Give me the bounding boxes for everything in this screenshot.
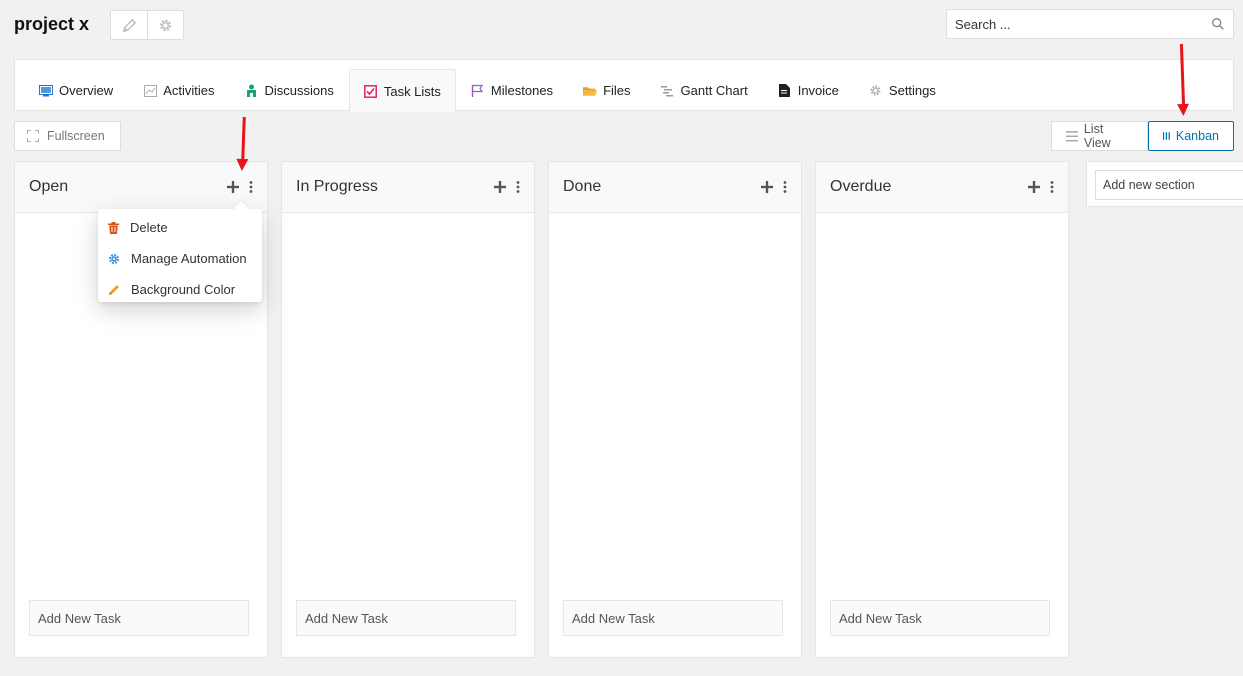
kanban-column-in-progress: In Progress Add New Task (281, 161, 535, 658)
kanban-column-done: Done Add New Task (548, 161, 802, 658)
annotation-arrow (241, 116, 246, 162)
tab-settings[interactable]: Settings (854, 69, 951, 111)
column-header: Overdue (816, 162, 1068, 213)
users-icon (244, 84, 258, 98)
tab-label: Discussions (264, 83, 334, 98)
tab-label: Files (603, 83, 631, 98)
tab-overview[interactable]: Overview (24, 69, 128, 111)
tab-invoice[interactable]: Invoice (763, 69, 854, 111)
tab-label: Milestones (490, 83, 554, 98)
list-view-button[interactable]: List View (1051, 121, 1148, 151)
pencil-icon (122, 18, 136, 32)
column-title: Done (563, 178, 602, 195)
menu-item-label: Delete (130, 220, 168, 235)
column-title: Open (29, 178, 69, 195)
list-view-label: List View (1083, 122, 1111, 150)
tab-discussions[interactable]: Discussions (229, 69, 348, 111)
menu-item-delete[interactable]: Delete (98, 212, 262, 243)
kanban-column-overdue: Overdue Add New Task (815, 161, 1069, 658)
more-options-icon[interactable] (516, 181, 520, 193)
add-new-task-button[interactable]: Add New Task (563, 600, 783, 636)
menu-item-label: Background Color (131, 282, 236, 297)
tab-label: Settings (888, 83, 936, 98)
column-title: Overdue (830, 178, 892, 195)
project-tabbar: Overview Activities Discussions Task Lis… (14, 59, 1234, 112)
add-section-panel (1086, 161, 1243, 207)
folder-icon (583, 84, 598, 98)
trash-icon (108, 221, 119, 234)
column-header: In Progress (282, 162, 534, 213)
plus-icon[interactable] (227, 181, 239, 193)
search-box (946, 9, 1234, 39)
plus-icon[interactable] (1028, 181, 1040, 193)
kanban-icon (1163, 132, 1170, 140)
tab-label: Invoice (797, 83, 839, 98)
pencil-icon (109, 284, 119, 295)
tab-label: Activities (163, 83, 215, 98)
more-options-icon[interactable] (1050, 181, 1054, 193)
fullscreen-icon (27, 130, 39, 142)
tab-label: Gantt Chart (680, 83, 748, 98)
tab-activities[interactable]: Activities (128, 69, 229, 111)
column-title: In Progress (296, 178, 378, 195)
fullscreen-label: Fullscreen (47, 129, 105, 143)
column-header: Open (15, 162, 267, 213)
add-section-input[interactable] (1095, 170, 1243, 200)
tab-label: Overview (59, 83, 114, 98)
menu-item-background-color[interactable]: Background Color (98, 274, 262, 305)
tab-milestones[interactable]: Milestones (456, 69, 568, 111)
project-title-actions (110, 10, 184, 40)
add-new-task-button[interactable]: Add New Task (296, 600, 516, 636)
tab-gantt-chart[interactable]: Gantt Chart (646, 69, 763, 111)
gear-icon (108, 253, 120, 264)
gantt-icon (661, 84, 675, 98)
search-icon[interactable] (1211, 17, 1225, 31)
monitor-icon (39, 84, 53, 98)
view-toggle: List View Kanban (1051, 121, 1234, 151)
tab-label: Task Lists (383, 83, 441, 99)
list-icon (1066, 130, 1078, 142)
gear-icon (159, 19, 172, 31)
more-options-icon[interactable] (783, 181, 787, 193)
chart-icon (143, 84, 157, 98)
flag-icon (471, 84, 485, 98)
add-new-task-button[interactable]: Add New Task (830, 600, 1050, 636)
add-new-task-button[interactable]: Add New Task (29, 600, 249, 636)
tab-files[interactable]: Files (568, 69, 645, 111)
column-header: Done (549, 162, 801, 213)
tab-task-lists[interactable]: Task Lists (348, 69, 456, 112)
search-input[interactable] (947, 16, 1233, 32)
project-settings-button[interactable] (147, 11, 183, 39)
kanban-view-button[interactable]: Kanban (1148, 121, 1234, 151)
gear-icon (869, 84, 883, 98)
plus-icon[interactable] (494, 181, 506, 193)
kanban-view-label: Kanban (1175, 129, 1219, 143)
checkbox-icon (364, 84, 378, 98)
menu-item-label: Manage Automation (131, 251, 247, 266)
plus-icon[interactable] (761, 181, 773, 193)
project-title: project x (14, 14, 90, 34)
menu-item-manage-automation[interactable]: Manage Automation (98, 243, 262, 274)
edit-project-button[interactable] (111, 11, 147, 39)
document-icon (778, 84, 792, 98)
fullscreen-button[interactable]: Fullscreen (14, 121, 121, 151)
column-options-menu: Delete Manage Automation Background Colo… (98, 209, 262, 302)
more-options-icon[interactable] (249, 181, 253, 193)
